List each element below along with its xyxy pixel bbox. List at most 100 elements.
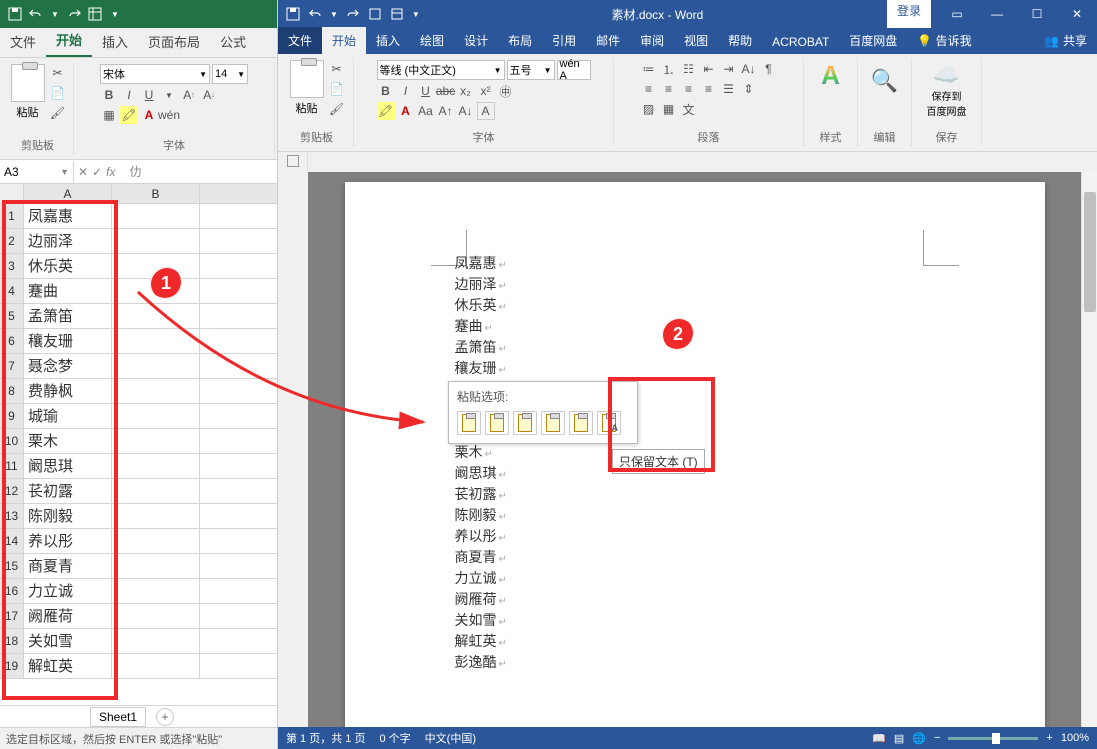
cell[interactable]: 阚思琪 xyxy=(24,454,112,478)
doc-line[interactable]: 孟箫笛 xyxy=(455,338,935,359)
ribbon-display-icon[interactable]: ▭ xyxy=(937,0,977,28)
phonetic-guide[interactable]: wénA xyxy=(557,60,591,80)
word-font-family-select[interactable]: 等线 (中文正文)▼ xyxy=(377,60,505,80)
word-tab-help[interactable]: 帮助 xyxy=(718,27,762,54)
distribute-icon[interactable]: ☰ xyxy=(720,80,738,98)
doc-line[interactable]: 陈刚毅 xyxy=(455,506,935,527)
word-undo-dd[interactable]: ▼ xyxy=(330,10,338,19)
word-tab-design[interactable]: 设计 xyxy=(454,27,498,54)
doc-line[interactable]: 蹇曲 xyxy=(455,317,935,338)
excel-tab-insert[interactable]: 插入 xyxy=(92,26,138,57)
word-tab-acrobat[interactable]: ACROBAT xyxy=(762,30,839,54)
cell[interactable]: 苌初露 xyxy=(24,479,112,503)
cell[interactable]: 休乐英 xyxy=(24,254,112,278)
cell[interactable] xyxy=(112,604,200,628)
underline-button[interactable]: U xyxy=(140,86,158,104)
word-redo-icon[interactable] xyxy=(346,7,360,21)
cell[interactable] xyxy=(112,454,200,478)
cell[interactable] xyxy=(112,654,200,678)
word-cut-icon[interactable]: ✂ xyxy=(328,60,346,78)
paste-link-keep-source[interactable] xyxy=(513,411,537,435)
login-button[interactable]: 登录 xyxy=(887,0,931,28)
excel-paste-button[interactable]: 粘贴 xyxy=(9,62,47,122)
word-tab-tellme[interactable]: 💡 告诉我 xyxy=(907,27,981,54)
word-tab-review[interactable]: 审阅 xyxy=(630,27,674,54)
phonetic-button[interactable]: wén xyxy=(160,106,178,124)
zoom-out-button[interactable]: − xyxy=(934,732,940,744)
doc-line[interactable]: 商夏青 xyxy=(455,548,935,569)
doc-line[interactable]: 苌初露 xyxy=(455,485,935,506)
find-button[interactable]: 🔍 xyxy=(871,58,898,94)
row-header[interactable]: 15 xyxy=(0,554,24,578)
view-print-icon[interactable]: ▤ xyxy=(894,732,904,745)
row-header[interactable]: 3 xyxy=(0,254,24,278)
excel-font-size-select[interactable]: 14▼ xyxy=(212,64,248,84)
excel-tab-layout[interactable]: 页面布局 xyxy=(138,26,210,57)
row-header[interactable]: 8 xyxy=(0,379,24,403)
row-header[interactable]: 14 xyxy=(0,529,24,553)
border-button[interactable]: ▦ xyxy=(100,106,118,124)
cell[interactable]: 陈刚毅 xyxy=(24,504,112,528)
word-tab-baidu[interactable]: 百度网盘 xyxy=(839,27,907,54)
w-strike[interactable]: abc xyxy=(437,82,455,100)
borders-icon[interactable]: ▦ xyxy=(660,100,678,118)
word-tab-home[interactable]: 开始 xyxy=(322,27,366,54)
row-header[interactable]: 17 xyxy=(0,604,24,628)
word-count[interactable]: 0 个字 xyxy=(379,730,410,746)
col-header-a[interactable]: A xyxy=(24,184,112,203)
word-tab-file[interactable]: 文件 xyxy=(278,27,322,54)
w-changecase[interactable]: Aa xyxy=(417,102,435,120)
format-painter-icon[interactable]: 🖌 xyxy=(49,104,67,122)
doc-line[interactable]: 休乐英 xyxy=(455,296,935,317)
w-enclose[interactable]: ㊥ xyxy=(497,82,515,100)
excel-font-family-select[interactable]: 宋体▼ xyxy=(100,64,210,84)
doc-line[interactable]: 边丽泽 xyxy=(455,275,935,296)
word-copy-icon[interactable]: 📄 xyxy=(328,80,346,98)
cell[interactable] xyxy=(112,229,200,253)
row-header[interactable]: 19 xyxy=(0,654,24,678)
underline-dd[interactable]: ▼ xyxy=(160,86,178,104)
row-header[interactable]: 5 xyxy=(0,304,24,328)
word-save-icon[interactable] xyxy=(286,7,300,21)
doc-line[interactable]: 彭逸酷 xyxy=(455,653,935,674)
row-header[interactable]: 11 xyxy=(0,454,24,478)
show-marks-icon[interactable]: ¶ xyxy=(760,60,778,78)
select-all-corner[interactable] xyxy=(0,184,24,203)
dec-indent-icon[interactable]: ⇤ xyxy=(700,60,718,78)
cell[interactable]: 费静枫 xyxy=(24,379,112,403)
word-format-painter-icon[interactable]: 🖌 xyxy=(328,100,346,118)
language-status[interactable]: 中文(中国) xyxy=(425,730,476,746)
fill-color-button[interactable]: 🖍 xyxy=(120,106,138,124)
zoom-level[interactable]: 100% xyxy=(1061,732,1089,744)
cell[interactable]: 凤嘉惠 xyxy=(24,204,112,228)
word-undo-icon[interactable] xyxy=(308,7,322,21)
cell[interactable] xyxy=(112,579,200,603)
redo-icon[interactable] xyxy=(68,7,82,21)
qat-dropdown-icon[interactable]: ▼ xyxy=(108,7,122,21)
doc-line[interactable]: 解虹英 xyxy=(455,632,935,653)
cell[interactable]: 商夏青 xyxy=(24,554,112,578)
cell[interactable]: 阙雁荷 xyxy=(24,604,112,628)
grow-font-button[interactable]: A↑ xyxy=(180,86,198,104)
col-header-b[interactable]: B xyxy=(112,184,200,203)
word-tab-mail[interactable]: 邮件 xyxy=(586,27,630,54)
cell[interactable] xyxy=(112,479,200,503)
row-header[interactable]: 2 xyxy=(0,229,24,253)
line-spacing-icon[interactable]: ⇕ xyxy=(740,80,758,98)
align-center-icon[interactable]: ≡ xyxy=(660,80,678,98)
cell[interactable]: 养以彤 xyxy=(24,529,112,553)
zoom-in-button[interactable]: + xyxy=(1046,732,1052,744)
row-header[interactable]: 7 xyxy=(0,354,24,378)
word-share-button[interactable]: 👥 共享 xyxy=(1034,27,1097,54)
paste-picture[interactable] xyxy=(569,411,593,435)
paste-link-use-dest[interactable] xyxy=(541,411,565,435)
cell[interactable]: 力立诚 xyxy=(24,579,112,603)
w-sub[interactable]: x₂ xyxy=(457,82,475,100)
word-tab-insert[interactable]: 插入 xyxy=(366,27,410,54)
sheet-tab[interactable]: Sheet1 xyxy=(90,707,146,727)
fx-value[interactable]: 仂 xyxy=(129,163,141,180)
shading-icon[interactable]: ▨ xyxy=(640,100,658,118)
cell[interactable]: 解虹英 xyxy=(24,654,112,678)
vertical-ruler[interactable] xyxy=(278,172,308,727)
row-header[interactable]: 4 xyxy=(0,279,24,303)
